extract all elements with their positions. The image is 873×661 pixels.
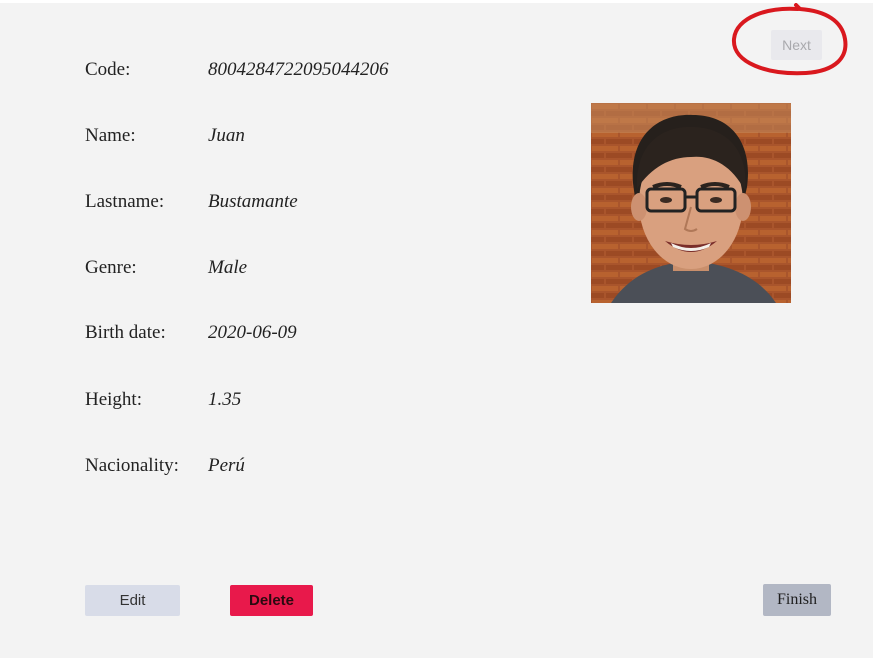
- finish-button[interactable]: Finish: [763, 584, 831, 616]
- person-photo: [591, 103, 791, 303]
- genre-value: Male: [208, 257, 248, 278]
- delete-button[interactable]: Delete: [230, 585, 313, 616]
- height-value: 1.35: [208, 389, 242, 410]
- height-label: Height:: [85, 389, 142, 410]
- nationality-value: Perú: [208, 455, 245, 476]
- nationality-label: Nacionality:: [85, 455, 179, 476]
- birth-date-label: Birth date:: [85, 322, 166, 343]
- name-label: Name:: [85, 125, 136, 146]
- genre-label: Genre:: [85, 257, 137, 278]
- code-label: Code:: [85, 59, 131, 80]
- next-button[interactable]: Next: [771, 30, 822, 60]
- lastname-label: Lastname:: [85, 191, 165, 212]
- code-value: 8004284722095044206: [208, 59, 389, 80]
- lastname-value: Bustamante: [208, 191, 298, 212]
- birth-date-value: 2020-06-09: [208, 322, 297, 343]
- portrait-image: [591, 103, 791, 303]
- person-detail-panel: Next Code: 8004284722095044206 Name: Jua…: [0, 3, 873, 658]
- name-value: Juan: [208, 125, 245, 146]
- edit-button[interactable]: Edit: [85, 585, 180, 616]
